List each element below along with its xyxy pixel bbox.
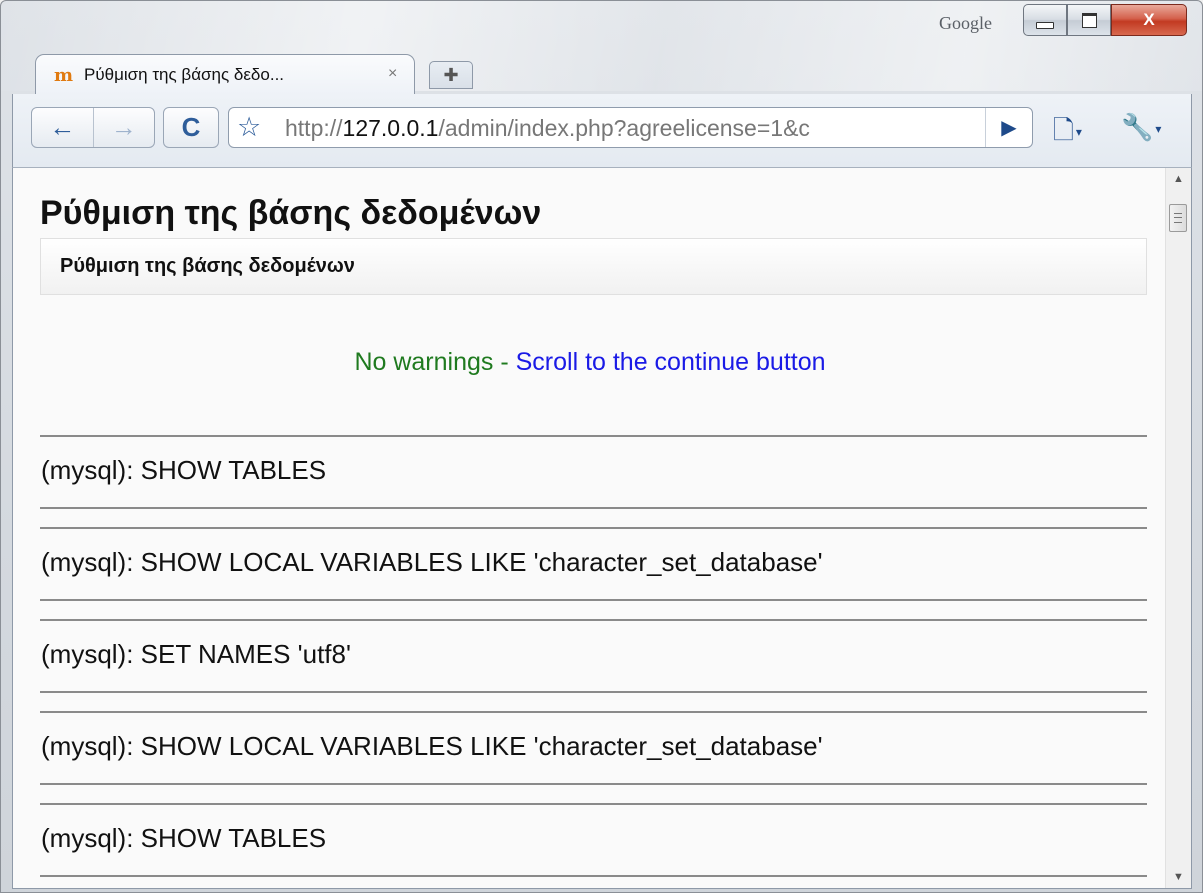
page-content: Ρύθμιση της βάσης δεδομένων Ρύθμιση της … bbox=[13, 168, 1167, 888]
sql-divider bbox=[40, 619, 1147, 621]
play-icon: ▶ bbox=[1001, 117, 1017, 139]
sql-divider bbox=[40, 803, 1147, 805]
page-viewport: Ρύθμιση της βάσης δεδομένων Ρύθμιση της … bbox=[12, 167, 1192, 889]
section-heading: Ρύθμιση της βάσης δεδομένων bbox=[60, 255, 355, 277]
no-warnings-text: No warnings bbox=[354, 348, 494, 376]
section-heading-box: Ρύθμιση της βάσης δεδομένων bbox=[40, 238, 1147, 295]
minimize-button[interactable] bbox=[1023, 4, 1067, 36]
sql-divider bbox=[40, 527, 1147, 529]
sql-log-entry: (mysql): SHOW TABLES bbox=[41, 455, 327, 485]
browser-toolbar: ← → C ☆ http://127.0.0.1/admin/index.php… bbox=[12, 94, 1192, 167]
chevron-down-icon: ▾ bbox=[1155, 122, 1162, 137]
chevron-down-icon: ▾ bbox=[1075, 125, 1082, 140]
page-icon: 🗋 bbox=[1053, 115, 1074, 145]
wrench-menu-button[interactable]: 🔧 ▾ bbox=[1121, 112, 1161, 143]
url-host: 127.0.0.1 bbox=[342, 115, 439, 141]
navigation-buttons: ← → bbox=[31, 107, 155, 148]
sql-divider bbox=[40, 691, 1147, 693]
sql-log-entry: (mysql): SHOW LOCAL VARIABLES LIKE 'char… bbox=[41, 547, 823, 577]
go-button[interactable]: ▶ bbox=[985, 108, 1032, 147]
sql-divider bbox=[40, 599, 1147, 601]
sql-divider bbox=[40, 783, 1147, 785]
plus-icon: ✚ bbox=[443, 65, 459, 85]
scroll-down-arrow[interactable]: ▼ bbox=[1166, 866, 1191, 888]
notice-separator: - bbox=[493, 348, 516, 376]
address-bar[interactable]: ☆ http://127.0.0.1/admin/index.php?agree… bbox=[228, 107, 1033, 148]
close-icon: X bbox=[1143, 10, 1155, 29]
moodle-icon: m bbox=[54, 65, 74, 86]
sql-divider bbox=[40, 507, 1147, 509]
close-window-button[interactable]: X bbox=[1111, 4, 1187, 36]
sql-log-entry: (mysql): SHOW TABLES bbox=[41, 823, 327, 853]
tab-title: Ρύθμιση της βάσης δεδο... bbox=[84, 65, 285, 84]
bookmark-star-icon[interactable]: ☆ bbox=[237, 112, 261, 143]
window-caption-buttons: X bbox=[1023, 4, 1187, 38]
page-title: Ρύθμιση της βάσης δεδομένων bbox=[40, 194, 542, 232]
back-button[interactable]: ← bbox=[32, 108, 94, 147]
wrench-icon: 🔧 bbox=[1121, 112, 1154, 142]
forward-button[interactable]: → bbox=[94, 108, 155, 147]
tab-active[interactable]: m Ρύθμιση της βάσης δεδο... × bbox=[35, 54, 415, 95]
back-arrow-icon: ← bbox=[49, 112, 76, 142]
page-menu-button[interactable]: 🗋 ▾ bbox=[1053, 112, 1082, 156]
maximize-button[interactable] bbox=[1067, 4, 1111, 36]
new-tab-button[interactable]: ✚ bbox=[429, 61, 473, 89]
sql-divider bbox=[40, 875, 1147, 877]
scroll-up-arrow[interactable]: ▲ bbox=[1166, 168, 1191, 190]
sql-log-entry: (mysql): SHOW LOCAL VARIABLES LIKE 'char… bbox=[41, 731, 823, 761]
google-brand: Google bbox=[939, 13, 992, 33]
vertical-scrollbar[interactable]: ▲ ▼ bbox=[1165, 168, 1191, 888]
minimize-icon bbox=[1036, 21, 1054, 29]
browser-window: Google X m Ρύθμιση της βάσης δεδο... × ✚… bbox=[0, 0, 1203, 893]
reload-button[interactable]: C bbox=[163, 107, 219, 148]
sql-divider bbox=[40, 435, 1147, 437]
tab-close-icon[interactable]: × bbox=[388, 65, 397, 83]
url-path: /admin/index.php?agreelicense=1&c bbox=[438, 115, 810, 141]
scrollbar-thumb[interactable] bbox=[1169, 204, 1187, 232]
sql-log-entry: (mysql): SET NAMES 'utf8' bbox=[41, 639, 351, 669]
forward-arrow-icon: → bbox=[110, 112, 137, 142]
sql-divider bbox=[40, 711, 1147, 713]
url-text[interactable]: http://127.0.0.1/admin/index.php?agreeli… bbox=[285, 115, 965, 142]
maximize-icon bbox=[1081, 12, 1097, 28]
scroll-to-continue-link[interactable]: Scroll to the continue button bbox=[516, 348, 826, 376]
reload-icon: C bbox=[181, 112, 201, 142]
notice-line: No warnings - Scroll to the continue but… bbox=[13, 348, 1167, 377]
url-scheme: http:// bbox=[285, 115, 343, 141]
